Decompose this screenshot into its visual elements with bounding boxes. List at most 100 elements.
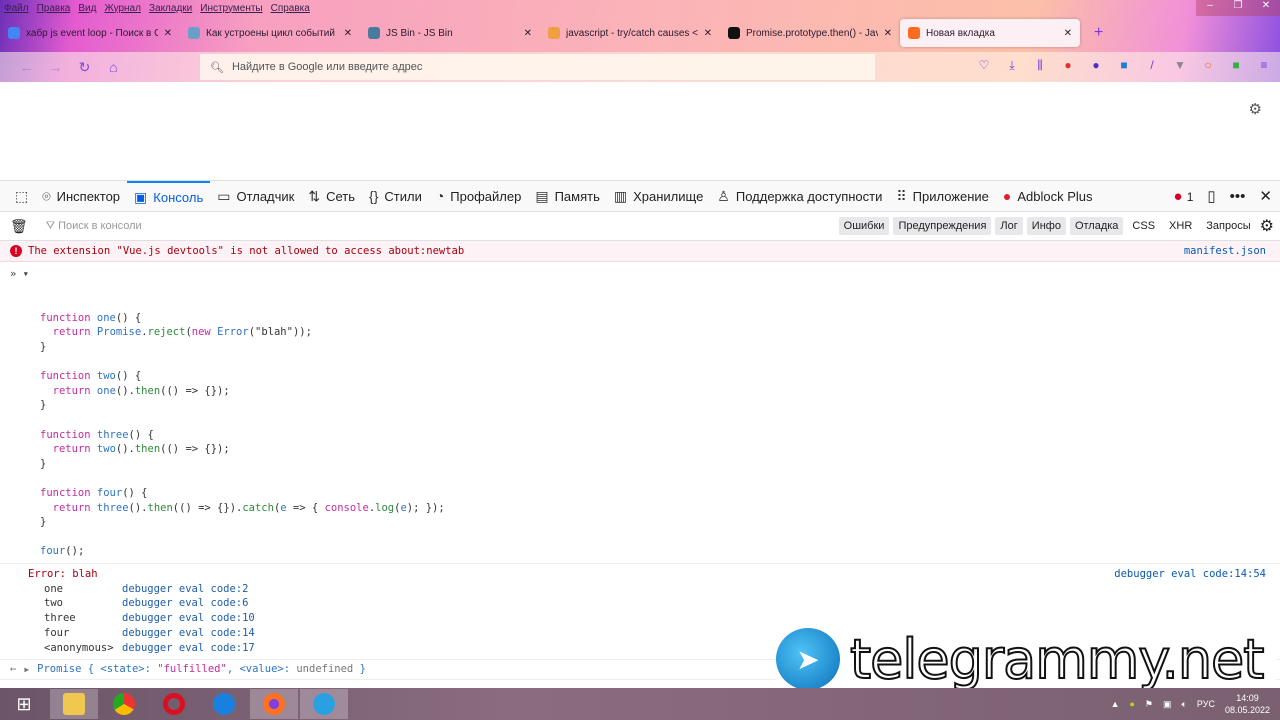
volume-icon[interactable]: 🔈︎ — [1182, 699, 1187, 710]
pen-icon[interactable]: / — [1144, 58, 1160, 74]
pocket-icon[interactable]: ♡ — [976, 58, 992, 74]
tray-app-icon[interactable]: ● — [1129, 699, 1134, 709]
source-link[interactable]: manifest.json — [1184, 245, 1266, 257]
browser-tab[interactable]: хабр js event loop - Поиск в Google ✕ — [0, 19, 180, 47]
browser-tab[interactable]: Новая вкладка ✕ — [900, 19, 1080, 47]
browser-tab[interactable]: Promise.prototype.then() - JavaScript ✕ — [720, 19, 900, 47]
devtools-tab[interactable]: ▣ Консоль — [127, 180, 211, 212]
menu-item[interactable]: Справка — [271, 3, 310, 14]
filter-plain-1[interactable]: XHR — [1164, 217, 1197, 235]
forward-icon[interactable]: → — [41, 59, 70, 75]
address-bar[interactable]: 🔍︎ Найдите в Google или введите адрес — [200, 54, 875, 80]
download-icon[interactable]: ⤓ — [1004, 58, 1020, 74]
devtools-tab[interactable]: ▥ Хранилище — [607, 181, 710, 212]
close-tab-icon[interactable]: ✕ — [884, 28, 892, 39]
menu-item[interactable]: Инструменты — [200, 3, 262, 14]
tab-strip: хабр js event loop - Поиск в Google✕Как … — [0, 18, 1103, 48]
minimize-button[interactable]: – — [1196, 0, 1224, 16]
code-token: then — [134, 443, 161, 456]
filter-1[interactable]: Предупреждения — [893, 217, 992, 235]
devtools-tab[interactable]: ▤ Память — [528, 181, 607, 212]
filter-0[interactable]: Ошибки — [838, 217, 890, 235]
trash-icon[interactable]: 🗑︎ — [10, 218, 28, 235]
taskbar-firefox[interactable] — [250, 689, 298, 719]
close-window-button[interactable]: ✕ — [1252, 0, 1280, 16]
filter-plain-0[interactable]: CSS — [1127, 217, 1160, 235]
filter-2[interactable]: Лог — [995, 217, 1023, 235]
devtools-tab[interactable]: {} Стили — [362, 181, 429, 212]
adblock-icon[interactable]: ● — [1060, 58, 1076, 74]
menu-icon[interactable]: ≡ — [1256, 58, 1272, 74]
firefox-icon — [263, 693, 285, 715]
code-token: return — [52, 384, 97, 397]
tray-expand-icon[interactable]: ▲ — [1111, 699, 1120, 709]
home-icon[interactable]: ⌂ — [99, 59, 128, 75]
browser-tab[interactable]: javascript - try/catch causes <а ✕ — [540, 19, 720, 47]
filter-plain-2[interactable]: Запросы — [1201, 217, 1255, 235]
extension-green-icon[interactable]: ■ — [1228, 58, 1244, 74]
taskbar-chrome[interactable] — [100, 689, 148, 719]
action-center-flag-icon[interactable]: ⚑ — [1145, 699, 1153, 710]
reload-icon[interactable]: ↻ — [70, 59, 99, 76]
expand-toggle-icon[interactable]: ▶ — [24, 665, 29, 674]
new-tab-button[interactable]: + — [1094, 24, 1103, 42]
more-options-icon[interactable]: ••• — [1230, 188, 1246, 205]
frame-location-link[interactable]: debugger eval code:17 — [122, 641, 255, 656]
responsive-design-icon[interactable]: ▯ — [1207, 187, 1215, 205]
close-tab-icon[interactable]: ✕ — [704, 28, 712, 39]
frame-location-link[interactable]: debugger eval code:2 — [122, 582, 248, 597]
console-filter-input[interactable]: ⛛ Поиск в консоли — [46, 220, 142, 233]
gear-icon[interactable]: ⚙ — [1249, 100, 1262, 118]
menu-item[interactable]: Правка — [37, 3, 71, 14]
clock[interactable]: 14:09 08.05.2022 — [1225, 692, 1270, 716]
filter-3[interactable]: Инфо — [1026, 217, 1066, 235]
close-devtools-icon[interactable]: ✕ — [1259, 187, 1272, 205]
taskbar-firefox-dev[interactable] — [200, 689, 248, 719]
close-tab-icon[interactable]: ✕ — [1064, 28, 1072, 39]
input-code-block: » ▾ function one() { return Promise.reje… — [0, 262, 1280, 564]
code-token: } — [40, 457, 47, 470]
extension-orange-icon[interactable]: ○ — [1200, 58, 1216, 74]
devtools-tab[interactable]: ⌾ Инспектор — [35, 181, 127, 212]
error-source-link[interactable]: debugger eval code:14:54 — [1114, 567, 1266, 582]
devtools-tab[interactable]: ⇅ Сеть — [301, 181, 362, 212]
frame-location-link[interactable]: debugger eval code:6 — [122, 596, 248, 611]
devtools-tab[interactable]: ◔ Профайлер — [429, 181, 529, 212]
taskbar-telegram[interactable] — [300, 689, 348, 719]
frame-location-link[interactable]: debugger eval code:14 — [122, 626, 255, 641]
close-tab-icon[interactable]: ✕ — [524, 28, 532, 39]
network-icon[interactable]: ▣ — [1163, 699, 1172, 710]
start-button[interactable]: ⊞ — [0, 689, 48, 719]
element-picker-icon[interactable]: ⬚ — [8, 181, 35, 212]
language-indicator[interactable]: РУС — [1197, 699, 1215, 709]
maximize-button[interactable]: ❐ — [1224, 0, 1252, 16]
devtools-tab[interactable]: ⠿ Приложение — [889, 181, 996, 212]
taskbar-opera[interactable] — [150, 689, 198, 719]
browser-tab[interactable]: Как устроены цикл событий и ✕ — [180, 19, 360, 47]
devtools-tab[interactable]: ▭ Отладчик — [210, 181, 301, 212]
browser-tab[interactable]: JS Bin - JS Bin ✕ — [360, 19, 540, 47]
filter-4[interactable]: Отладка — [1069, 217, 1124, 235]
frame-location-link[interactable]: debugger eval code:10 — [122, 611, 255, 626]
favicon-icon — [188, 27, 200, 39]
code-token: (); — [65, 545, 85, 558]
back-icon[interactable]: ← — [12, 59, 41, 75]
taskbar-explorer[interactable] — [50, 689, 98, 719]
extension-s-icon[interactable]: ■ — [1116, 58, 1132, 74]
menu-item[interactable]: Журнал — [104, 3, 141, 14]
console-settings-icon[interactable]: ⚙ — [1260, 216, 1274, 236]
extension-y-icon[interactable]: ▼ — [1172, 58, 1188, 74]
devtools-tab[interactable]: ● Adblock Plus — [996, 181, 1100, 212]
error-count-badge[interactable]: ● 1 — [1173, 188, 1193, 205]
devtools-tab-label: Adblock Plus — [1017, 188, 1093, 204]
code-token: (). — [115, 443, 135, 456]
devtools-tab[interactable]: ♙ Поддержка доступности — [710, 181, 889, 212]
close-tab-icon[interactable]: ✕ — [164, 28, 172, 39]
library-icon[interactable]: ⫼ — [1032, 58, 1048, 74]
menu-item[interactable]: Вид — [78, 3, 96, 14]
extension-h-icon[interactable]: ● — [1088, 58, 1104, 74]
promise-result[interactable]: Promise { <state>: "fulfilled", <value>:… — [37, 663, 366, 675]
close-tab-icon[interactable]: ✕ — [344, 28, 352, 39]
menu-item[interactable]: Закладки — [149, 3, 192, 14]
menu-item[interactable]: Файл — [4, 3, 29, 14]
